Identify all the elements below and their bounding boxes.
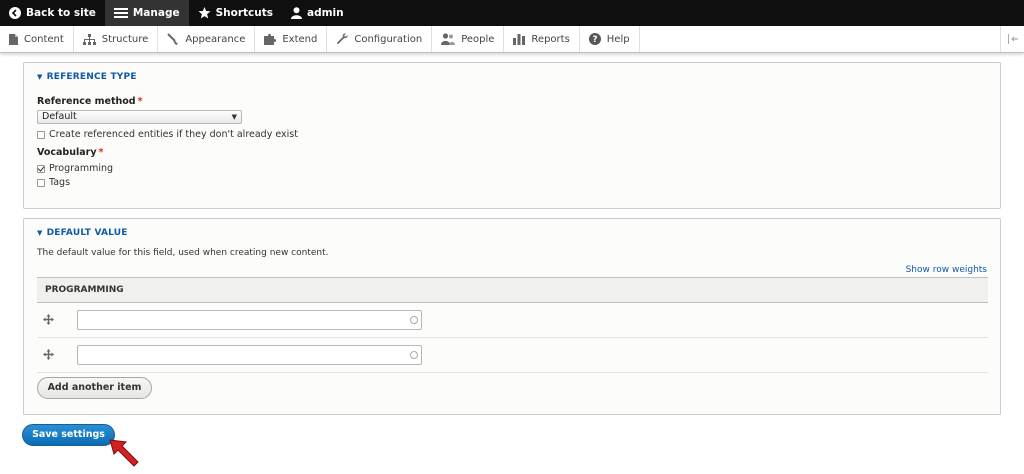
programming-autocomplete-input[interactable] [77,345,422,365]
autocomplete-throbber-icon [410,316,418,324]
tray-item-people-label: People [461,33,495,45]
document-icon [9,33,18,45]
select-arrow-icon: ▼ [231,113,237,121]
reference-method-label-text: Reference method [37,96,136,107]
default-value-description: The default value for this field, used w… [37,248,329,258]
add-another-item-button[interactable]: Add another item [37,377,152,399]
vocabulary-checkbox-tags-label: Tags [49,177,71,188]
vocabulary-checkbox-programming-box[interactable] [37,164,45,173]
reference-method-value: Default [42,111,77,122]
vocabulary-checkbox-tags-box[interactable] [37,178,45,187]
paintbrush-icon [167,33,179,45]
back-to-site-label: Back to site [26,7,96,19]
tray-item-extend-label: Extend [282,33,318,45]
vocabulary-label-text: Vocabulary [37,147,97,158]
collapse-tray-icon [1007,34,1018,44]
people-icon [441,33,456,45]
tray-item-content[interactable]: Content [0,26,74,52]
required-marker: * [137,96,143,107]
star-icon [198,7,211,19]
manage-tab[interactable]: Manage [104,0,189,26]
drag-handle-icon[interactable] [43,349,54,360]
tray-item-extend[interactable]: Extend [255,26,328,52]
question-circle-icon: ? [588,33,601,45]
collapse-triangle-icon: ▼ [37,73,43,81]
wrench-icon [337,33,348,45]
collapse-triangle-icon: ▼ [37,229,43,237]
default-value-legend-label: DEFAULT VALUE [46,228,128,238]
tray-orientation-toggle[interactable] [1000,26,1024,52]
default-value-table: PROGRAMMING [37,277,988,373]
table-header: PROGRAMMING [37,277,988,303]
admin-tray: Content Structure Appearance Extend Conf… [0,26,1024,53]
default-value-fieldset: ▼ DEFAULT VALUE The default value for thi… [23,218,1001,415]
tray-item-content-label: Content [24,33,64,45]
shortcuts-label: Shortcuts [215,7,273,19]
tray-item-reports-label: Reports [531,33,570,45]
programming-autocomplete-input[interactable] [77,310,422,330]
manage-label: Manage [132,7,180,19]
reference-method-select[interactable]: Default ▼ [37,110,242,124]
vocabulary-checkbox-programming[interactable]: Programming [37,163,113,174]
save-settings-button[interactable]: Save settings [22,424,115,446]
vocabulary-checkbox-tags[interactable]: Tags [37,177,70,188]
reference-method-label: Reference method * [37,96,143,107]
hamburger-icon [113,8,128,18]
reference-type-legend[interactable]: ▼ REFERENCE TYPE [37,72,137,82]
auto-create-checkbox-box[interactable] [37,130,45,139]
vocabulary-checkbox-programming-label: Programming [49,163,114,174]
show-row-weights-link[interactable]: Show row weights [906,265,987,275]
person-icon [291,7,302,19]
tray-item-reports[interactable]: Reports [504,26,580,52]
table-row [37,303,988,338]
default-value-legend[interactable]: ▼ DEFAULT VALUE [37,228,128,238]
tray-item-people[interactable]: People [432,26,505,52]
tray-item-help-label: Help [606,33,630,45]
tray-item-help[interactable]: ? Help [580,26,640,52]
svg-text:?: ? [592,35,597,45]
tray-item-structure-label: Structure [101,33,149,45]
red-arrow-pointer-icon [109,439,139,467]
shortcuts-tab[interactable]: Shortcuts [189,0,282,26]
admin-toolbar: Back to site Manage Shortcuts admin [0,0,1024,26]
tray-item-configuration-label: Configuration [354,33,423,45]
user-tab[interactable]: admin [282,0,353,26]
tray-item-appearance-label: Appearance [185,33,246,45]
required-marker: * [98,147,104,158]
reference-type-legend-label: REFERENCE TYPE [46,72,137,82]
sitemap-icon [82,33,96,45]
puzzle-icon [264,33,277,45]
back-to-site-link[interactable]: Back to site [0,0,105,26]
auto-create-checkbox[interactable]: Create referenced entities if they don't… [37,129,298,140]
reference-type-fieldset: ▼ REFERENCE TYPE Reference method * Defaul… [23,62,1001,209]
autocomplete-throbber-icon [410,351,418,359]
tray-item-appearance[interactable]: Appearance [158,26,256,52]
auto-create-checkbox-label: Create referenced entities if they don't… [49,129,298,140]
tray-item-configuration[interactable]: Configuration [327,26,433,52]
tray-item-structure[interactable]: Structure [74,26,159,52]
user-label: admin [307,7,344,19]
bar-chart-icon [513,34,526,45]
drag-handle-icon[interactable] [43,314,54,325]
circle-arrow-left-icon [9,7,21,19]
vocabulary-label: Vocabulary * [37,147,103,158]
table-row [37,338,988,373]
